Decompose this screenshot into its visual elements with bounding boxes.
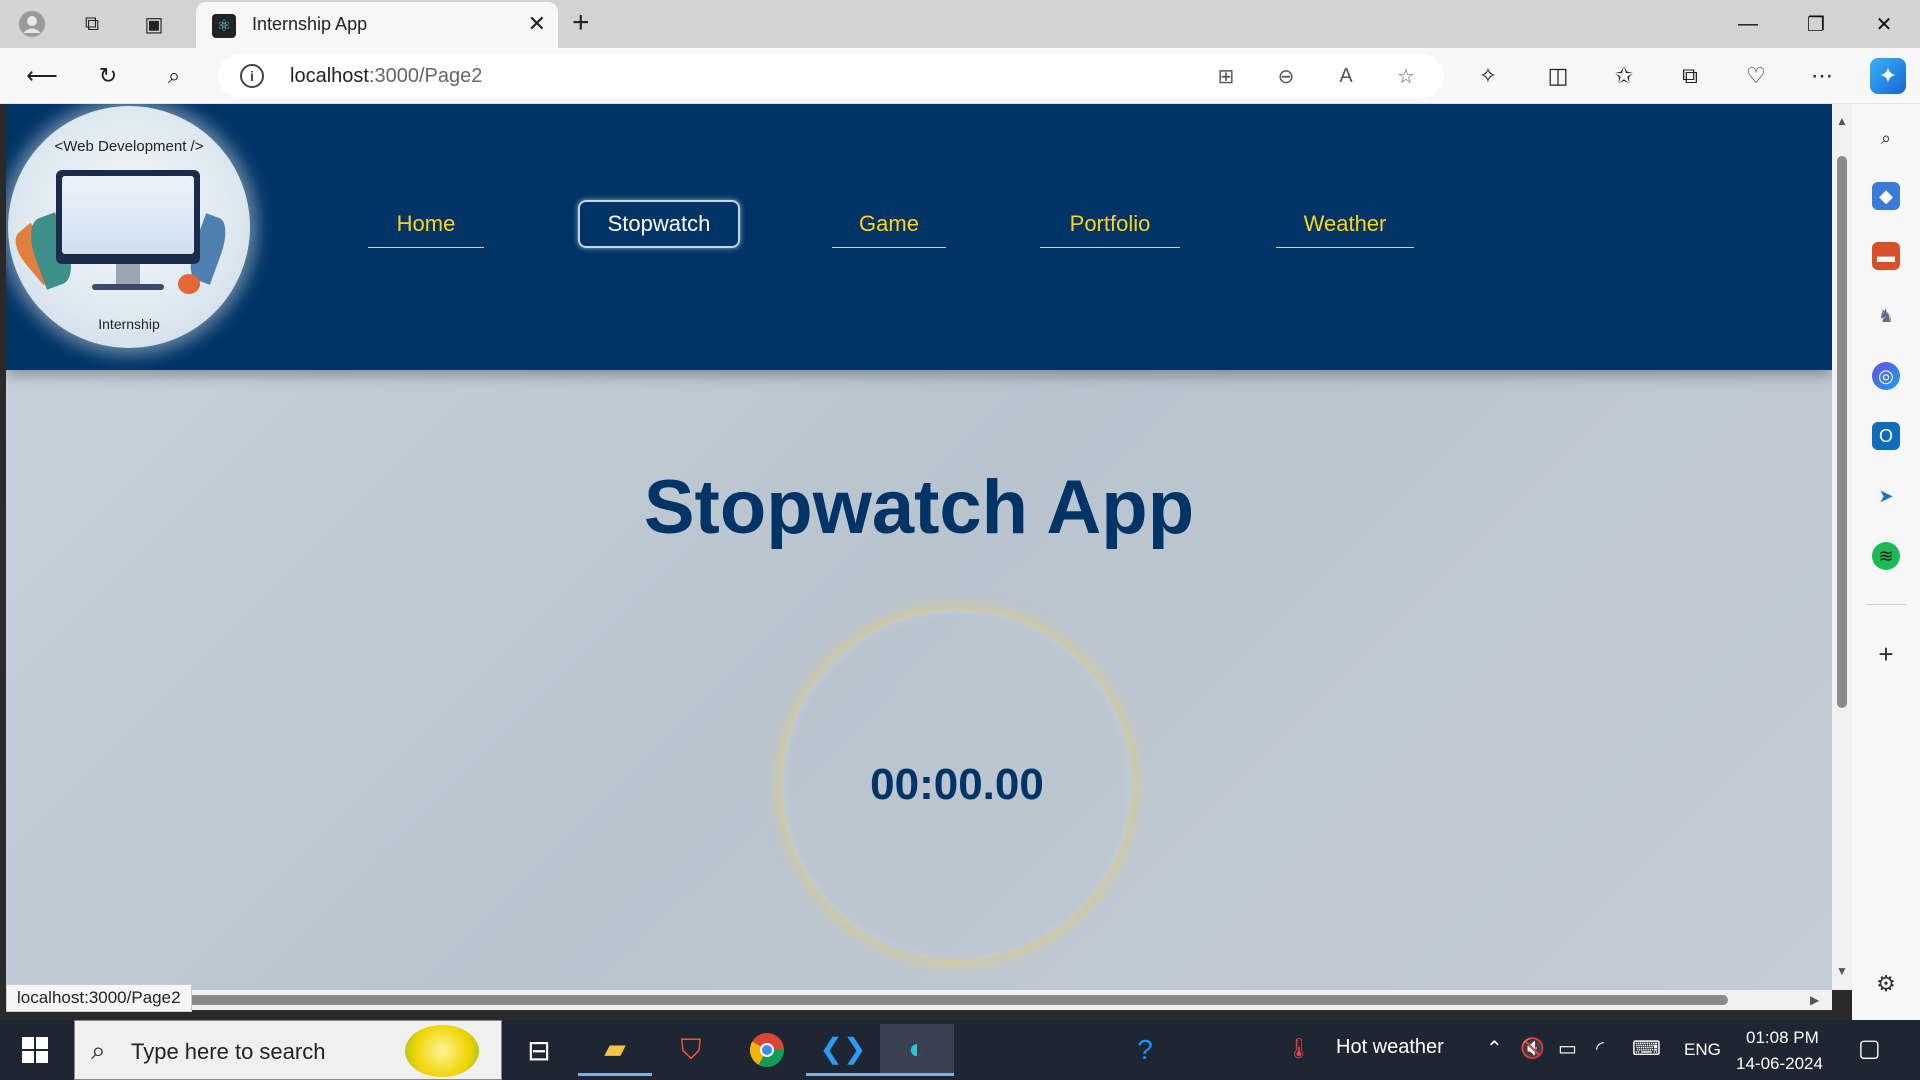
favorites-icon[interactable]: ✩ [1606,58,1642,94]
app-available-icon[interactable]: ⊞ [1212,62,1240,90]
read-aloud-icon[interactable]: A [1332,62,1360,90]
back-icon[interactable]: ⟵ [24,58,60,94]
chrome-icon[interactable] [730,1024,804,1076]
windows-taskbar: ⌕ Type here to search ⊟ ▰ ⛉ ❮❯ ◐ ? 🌡 Hot… [0,1020,1920,1080]
scroll-up-icon[interactable]: ▲ [1836,114,1848,128]
sidebar-games-icon[interactable]: ♞ [1872,302,1900,330]
url-text[interactable]: localhost:3000/Page2 [290,65,482,88]
nav-home[interactable]: Home [368,200,484,248]
task-view-icon[interactable]: ⊟ [502,1024,576,1076]
refresh-icon[interactable]: ↻ [90,58,126,94]
collections-icon[interactable]: ⧉ [1672,58,1708,94]
logo-monitor-icon [56,170,200,264]
logo-monitor-base [92,284,164,290]
sidebar-tools-icon[interactable]: ▬ [1872,242,1900,270]
workspaces-icon[interactable]: ⧉ [76,8,108,40]
keyboard-icon[interactable]: ⌨ [1632,1036,1661,1061]
browser-title-bar: ⧉ ▣ ⚛ Internship App ✕ + — ❐ ✕ [0,0,1920,48]
sidebar-send-icon[interactable]: ➤ [1872,482,1900,510]
react-favicon-icon: ⚛ [212,14,236,38]
taskbar-search-placeholder: Type here to search [131,1039,326,1064]
scroll-down-icon[interactable]: ▼ [1836,964,1848,978]
language-indicator[interactable]: ENG [1684,1040,1721,1060]
browser-tab[interactable]: ⚛ Internship App ✕ [196,2,558,48]
show-hidden-icons-icon[interactable]: ⌃ [1486,1036,1503,1061]
favorite-star-icon[interactable]: ☆ [1392,62,1420,90]
vscode-icon[interactable]: ❮❯ [806,1024,880,1076]
sidebar-microsoft365-icon[interactable]: ◎ [1872,362,1900,390]
search-icon: ⌕ [91,1035,106,1065]
battery-icon[interactable]: ▭ [1558,1036,1577,1061]
web-page: <Web Development /> Internship Home Stop… [6,104,1832,990]
search-icon[interactable]: ⌕ [156,58,192,94]
more-options-icon[interactable]: ⋯ [1804,58,1840,94]
stopwatch-time: 00:00.00 [870,760,1044,809]
thermometer-icon: 🌡 [1286,1038,1312,1060]
zoom-out-icon[interactable]: ⊖ [1272,62,1300,90]
new-tab-button[interactable]: + [572,6,590,40]
minimize-button[interactable]: — [1728,8,1768,40]
notifications-icon[interactable]: ▢ [1858,1034,1881,1063]
tab-close-icon[interactable]: ✕ [528,11,546,37]
nav-game[interactable]: Game [832,200,946,248]
logo-monitor-stand [116,264,140,286]
nav-weather[interactable]: Weather [1276,200,1414,248]
sidebar-add-icon[interactable]: + [1872,639,1900,669]
tab-title: Internship App [252,14,368,34]
restore-button[interactable]: ❐ [1796,8,1836,40]
horizontal-scroll-thumb[interactable] [176,995,1728,1005]
nav-portfolio[interactable]: Portfolio [1040,200,1180,248]
site-header: <Web Development /> Internship Home Stop… [6,104,1832,370]
vertical-scrollbar[interactable]: ▲ ▼ [1832,104,1852,990]
brave-browser-icon[interactable]: ⛉ [654,1024,728,1076]
sidebar-divider [1866,604,1906,605]
browser-toolbar: ⟵ ↻ ⌕ i localhost:3000/Page2 ⊞ ⊖ A ☆ ✧ ◫… [0,48,1920,104]
volume-muted-icon[interactable]: 🔇 [1520,1036,1545,1061]
nav-stopwatch[interactable]: Stopwatch [578,200,740,248]
logo-top-text: <Web Development /> [54,138,204,155]
horizontal-scrollbar[interactable]: ▶ [6,990,1832,1010]
status-bar-url: localhost:3000/Page2 [6,984,192,1012]
page-title: Stopwatch App [643,465,1195,550]
logo-apple-icon [178,274,200,294]
wifi-icon[interactable]: ◜ [1596,1036,1604,1061]
split-screen-icon[interactable]: ◫ [1540,58,1576,94]
tab-actions-icon[interactable]: ▣ [138,8,170,40]
sidebar-spotify-icon[interactable]: ≋ [1872,542,1900,570]
scroll-right-icon[interactable]: ▶ [1810,993,1819,1007]
site-info-icon[interactable]: i [240,64,264,88]
help-icon[interactable]: ? [1108,1024,1182,1076]
profile-icon[interactable] [16,8,48,40]
address-bar[interactable]: i localhost:3000/Page2 ⊞ ⊖ A ☆ [218,54,1444,98]
copilot-icon[interactable]: ✦ [1870,58,1906,94]
close-window-button[interactable]: ✕ [1864,8,1904,40]
file-explorer-icon[interactable]: ▰ [578,1024,652,1076]
windows-start-icon[interactable] [0,1024,70,1076]
search-highlight-lemon-icon [405,1025,479,1077]
browser-essentials-icon[interactable]: ♡ [1738,58,1774,94]
weather-text[interactable]: Hot weather [1336,1036,1444,1059]
extensions-icon[interactable]: ✧ [1470,58,1506,94]
edge-sidebar: ⌕ ◆ ▬ ♞ ◎ O ➤ ≋ + ⚙ [1852,104,1920,1020]
sidebar-settings-icon[interactable]: ⚙ [1872,970,1900,998]
edge-browser-icon[interactable]: ◐ [880,1024,954,1076]
stopwatch-dial: 00:00.00 [782,610,1132,960]
clock-time[interactable]: 01:08 PM [1746,1028,1819,1048]
site-logo[interactable]: <Web Development /> Internship [7,106,250,348]
sidebar-outlook-icon[interactable]: O [1872,422,1900,450]
vertical-scroll-thumb[interactable] [1837,156,1847,708]
sidebar-shopping-icon[interactable]: ◆ [1872,182,1900,210]
taskbar-search-box[interactable]: ⌕ Type here to search [74,1020,502,1080]
sidebar-search-icon[interactable]: ⌕ [1872,124,1900,152]
logo-bottom-text: Internship [98,316,160,332]
clock-date[interactable]: 14-06-2024 [1736,1054,1823,1074]
